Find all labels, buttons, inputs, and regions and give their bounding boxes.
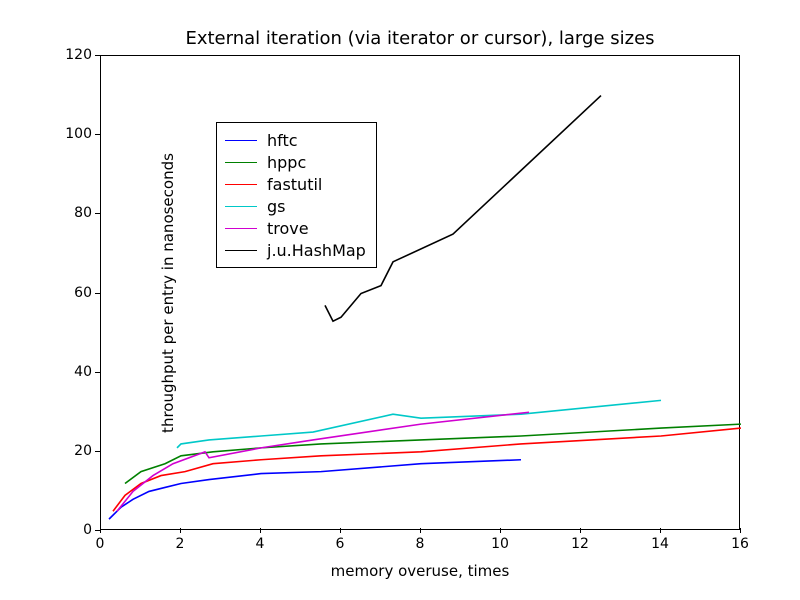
legend-item: gs <box>225 195 366 217</box>
legend: hftc hppc fastutil gs trove j.u.HashMap <box>216 122 377 268</box>
x-tick: 8 <box>405 536 435 552</box>
x-tick: 10 <box>485 536 515 552</box>
legend-swatch <box>225 184 257 185</box>
legend-label: gs <box>267 197 286 216</box>
chart-title: External iteration (via iterator or curs… <box>100 28 740 49</box>
y-tick: 100 <box>62 126 92 142</box>
legend-item: hftc <box>225 129 366 151</box>
legend-item: trove <box>225 217 366 239</box>
plot-area: hftc hppc fastutil gs trove j.u.HashMap <box>100 55 740 530</box>
y-tick: 40 <box>62 364 92 380</box>
legend-item: j.u.HashMap <box>225 239 366 261</box>
legend-swatch <box>225 206 257 207</box>
x-tick: 6 <box>325 536 355 552</box>
legend-swatch <box>225 162 257 163</box>
legend-item: fastutil <box>225 173 366 195</box>
x-tick: 14 <box>645 536 675 552</box>
legend-swatch <box>225 250 257 251</box>
chart-container: External iteration (via iterator or curs… <box>0 0 800 600</box>
chart-lines <box>101 56 741 531</box>
y-tick: 80 <box>62 205 92 221</box>
legend-item: hppc <box>225 151 366 173</box>
x-tick: 16 <box>725 536 755 552</box>
y-tick: 120 <box>62 47 92 63</box>
x-tick: 12 <box>565 536 595 552</box>
legend-swatch <box>225 140 257 141</box>
legend-swatch <box>225 228 257 229</box>
x-tick: 0 <box>85 536 115 552</box>
y-tick: 20 <box>62 443 92 459</box>
series-hftc <box>109 460 521 519</box>
legend-label: j.u.HashMap <box>267 241 366 260</box>
legend-label: trove <box>267 219 309 238</box>
legend-label: hppc <box>267 153 306 172</box>
legend-label: fastutil <box>267 175 322 194</box>
series-hppc <box>125 424 741 483</box>
legend-label: hftc <box>267 131 298 150</box>
x-axis-label: memory overuse, times <box>100 562 740 580</box>
x-tick: 4 <box>245 536 275 552</box>
x-tick: 2 <box>165 536 195 552</box>
y-tick: 60 <box>62 285 92 301</box>
